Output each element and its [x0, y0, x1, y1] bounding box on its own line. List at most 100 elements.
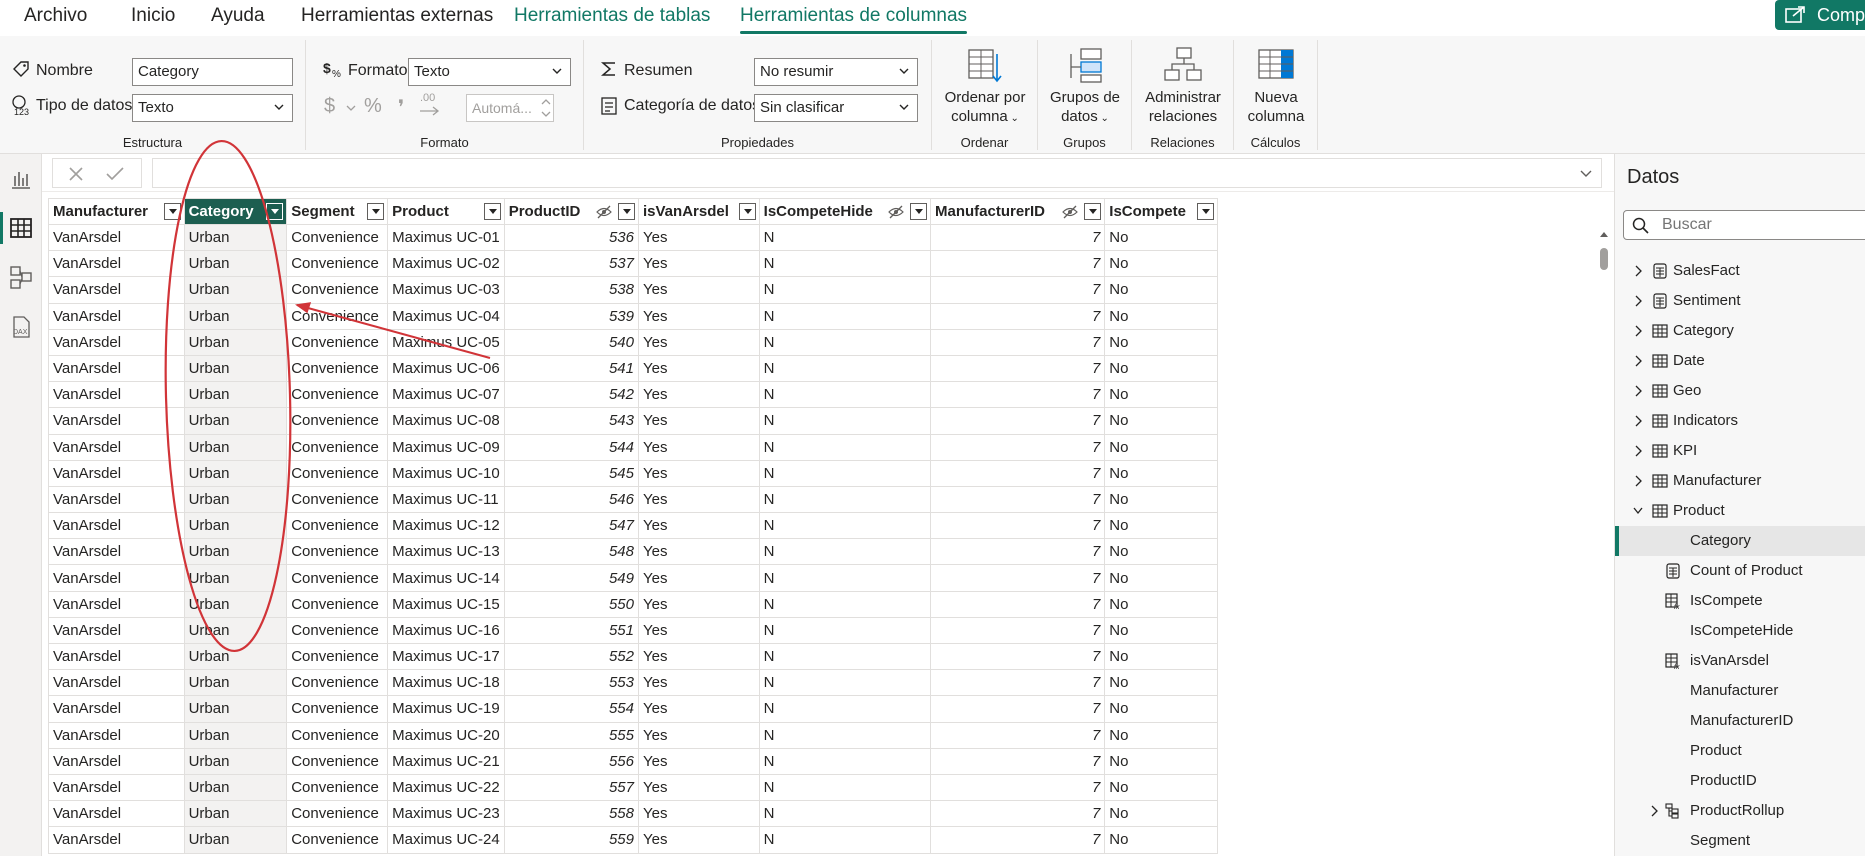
field-node-category[interactable]: Category — [1615, 526, 1865, 556]
cell-productid[interactable]: 558 — [503, 800, 640, 828]
cell-productid[interactable]: 547 — [503, 512, 640, 540]
cell-isvanarsdel[interactable]: Yes — [638, 642, 760, 671]
cell-manufacturer[interactable]: VanArsdel — [48, 642, 185, 671]
cell-product[interactable]: Maximus UC-07 — [387, 381, 505, 409]
currency-button[interactable]: $ — [324, 95, 335, 118]
cell-productid[interactable]: 537 — [503, 250, 640, 278]
scroll-up-icon[interactable] — [1599, 230, 1609, 240]
cell-category[interactable]: Urban — [183, 223, 288, 252]
cell-iscompetehide[interactable]: N — [758, 459, 932, 487]
tab-herramientas-externas[interactable]: Herramientas externas — [301, 4, 493, 32]
data-groups-button[interactable]: Grupos de datos ⌄ — [1042, 46, 1128, 128]
cell-category[interactable]: Urban — [183, 616, 288, 645]
column-header-isvanarsdel[interactable]: isVanArsdel — [638, 198, 760, 225]
cell-category[interactable]: Urban — [183, 354, 288, 383]
cell-segment[interactable]: Convenience — [286, 590, 389, 618]
cell-product[interactable]: Maximus UC-12 — [387, 512, 505, 540]
cell-productid[interactable]: 543 — [503, 407, 640, 435]
cell-manufacturerid[interactable]: 7 — [929, 512, 1106, 540]
cell-productid[interactable]: 553 — [503, 669, 640, 697]
column-header-iscompetehide[interactable]: IsCompeteHide — [758, 198, 932, 225]
cell-isvanarsdel[interactable]: Yes — [638, 747, 760, 775]
cell-productid[interactable]: 546 — [503, 485, 640, 514]
cell-iscompete[interactable]: No — [1104, 433, 1218, 461]
cell-segment[interactable]: Convenience — [286, 538, 389, 566]
cell-iscompetehide[interactable]: N — [758, 747, 932, 775]
format-select[interactable]: Texto — [408, 58, 571, 86]
cell-iscompetehide[interactable]: N — [758, 773, 932, 802]
field-node-iscompete[interactable]: fx IsCompete — [1615, 586, 1865, 616]
cell-manufacturerid[interactable]: 7 — [929, 276, 1106, 304]
cell-category[interactable]: Urban — [183, 826, 288, 854]
cell-iscompetehide[interactable]: N — [758, 642, 932, 671]
cell-isvanarsdel[interactable]: Yes — [638, 433, 760, 461]
cell-product[interactable]: Maximus UC-18 — [387, 669, 505, 697]
cell-productid[interactable]: 544 — [503, 433, 640, 461]
chevron-right-icon[interactable] — [1633, 385, 1643, 397]
table-node-sentiment[interactable]: Sentiment — [1615, 286, 1865, 316]
tab-archivo[interactable]: Archivo — [24, 4, 87, 32]
cell-product[interactable]: Maximus UC-22 — [387, 773, 505, 802]
cell-manufacturer[interactable]: VanArsdel — [48, 512, 185, 540]
cell-manufacturer[interactable]: VanArsdel — [48, 433, 185, 461]
cell-iscompetehide[interactable]: N — [758, 564, 932, 592]
cell-iscompete[interactable]: No — [1104, 538, 1218, 566]
chevron-right-icon[interactable] — [1633, 325, 1643, 337]
cell-segment[interactable]: Convenience — [286, 669, 389, 697]
column-header-manufacturerid[interactable]: ManufacturerID — [929, 198, 1106, 225]
cell-isvanarsdel[interactable]: Yes — [638, 276, 760, 304]
cell-category[interactable]: Urban — [183, 328, 288, 356]
cell-isvanarsdel[interactable]: Yes — [638, 407, 760, 435]
cell-productid[interactable]: 539 — [503, 302, 640, 330]
chevron-right-icon[interactable] — [1633, 295, 1643, 307]
cell-isvanarsdel[interactable]: Yes — [638, 564, 760, 592]
cell-segment[interactable]: Convenience — [286, 773, 389, 802]
cell-iscompetehide[interactable]: N — [758, 512, 932, 540]
cell-productid[interactable]: 552 — [503, 642, 640, 671]
comma-button[interactable]: ❜ — [398, 95, 404, 120]
cell-manufacturerid[interactable]: 7 — [929, 433, 1106, 461]
chevron-down-icon[interactable] — [1633, 505, 1643, 517]
manage-relationships-button[interactable]: Administrar relaciones — [1136, 46, 1230, 126]
cell-product[interactable]: Maximus UC-15 — [387, 590, 505, 618]
cell-productid[interactable]: 555 — [503, 721, 640, 749]
tab-inicio[interactable]: Inicio — [131, 4, 175, 32]
report-view-icon[interactable] — [8, 166, 34, 192]
cell-category[interactable]: Urban — [183, 433, 288, 461]
field-node-productid[interactable]: ProductID — [1615, 766, 1865, 796]
cell-segment[interactable]: Convenience — [286, 381, 389, 409]
tab-herramientas-de-columnas[interactable]: Herramientas de columnas — [740, 4, 968, 34]
cell-isvanarsdel[interactable]: Yes — [638, 826, 760, 854]
cell-category[interactable]: Urban — [183, 276, 288, 304]
cell-isvanarsdel[interactable]: Yes — [638, 485, 760, 514]
cell-segment[interactable]: Convenience — [286, 747, 389, 775]
table-node-indicators[interactable]: Indicators — [1615, 406, 1865, 436]
cell-product[interactable]: Maximus UC-16 — [387, 616, 505, 645]
cell-manufacturer[interactable]: VanArsdel — [48, 747, 185, 775]
cell-iscompete[interactable]: No — [1104, 642, 1218, 671]
cell-productid[interactable]: 556 — [503, 747, 640, 775]
cell-isvanarsdel[interactable]: Yes — [638, 250, 760, 278]
cell-manufacturer[interactable]: VanArsdel — [48, 302, 185, 330]
cell-iscompetehide[interactable]: N — [758, 302, 932, 330]
table-node-geo[interactable]: Geo — [1615, 376, 1865, 406]
cell-productid[interactable]: 545 — [503, 459, 640, 487]
cell-isvanarsdel[interactable]: Yes — [638, 328, 760, 356]
cell-iscompetehide[interactable]: N — [758, 669, 932, 697]
sort-by-column-button[interactable]: Ordenar por columna ⌄ — [936, 46, 1034, 128]
tab-herramientas-de-tablas[interactable]: Herramientas de tablas — [514, 4, 710, 32]
filter-dropdown-icon[interactable] — [1084, 203, 1102, 220]
cell-manufacturerid[interactable]: 7 — [929, 538, 1106, 566]
cell-product[interactable]: Maximus UC-08 — [387, 407, 505, 435]
filter-dropdown-icon[interactable] — [618, 203, 635, 220]
cell-product[interactable]: Maximus UC-17 — [387, 642, 505, 671]
cell-manufacturerid[interactable]: 7 — [929, 773, 1106, 802]
cell-iscompete[interactable]: No — [1104, 223, 1218, 252]
cell-iscompetehide[interactable]: N — [758, 354, 932, 383]
cell-manufacturerid[interactable]: 7 — [929, 590, 1106, 618]
cell-iscompetehide[interactable]: N — [758, 485, 932, 514]
cell-manufacturer[interactable]: VanArsdel — [48, 826, 185, 854]
cell-iscompete[interactable]: No — [1104, 826, 1218, 854]
cell-productid[interactable]: 554 — [503, 695, 640, 723]
cell-manufacturerid[interactable]: 7 — [929, 328, 1106, 356]
